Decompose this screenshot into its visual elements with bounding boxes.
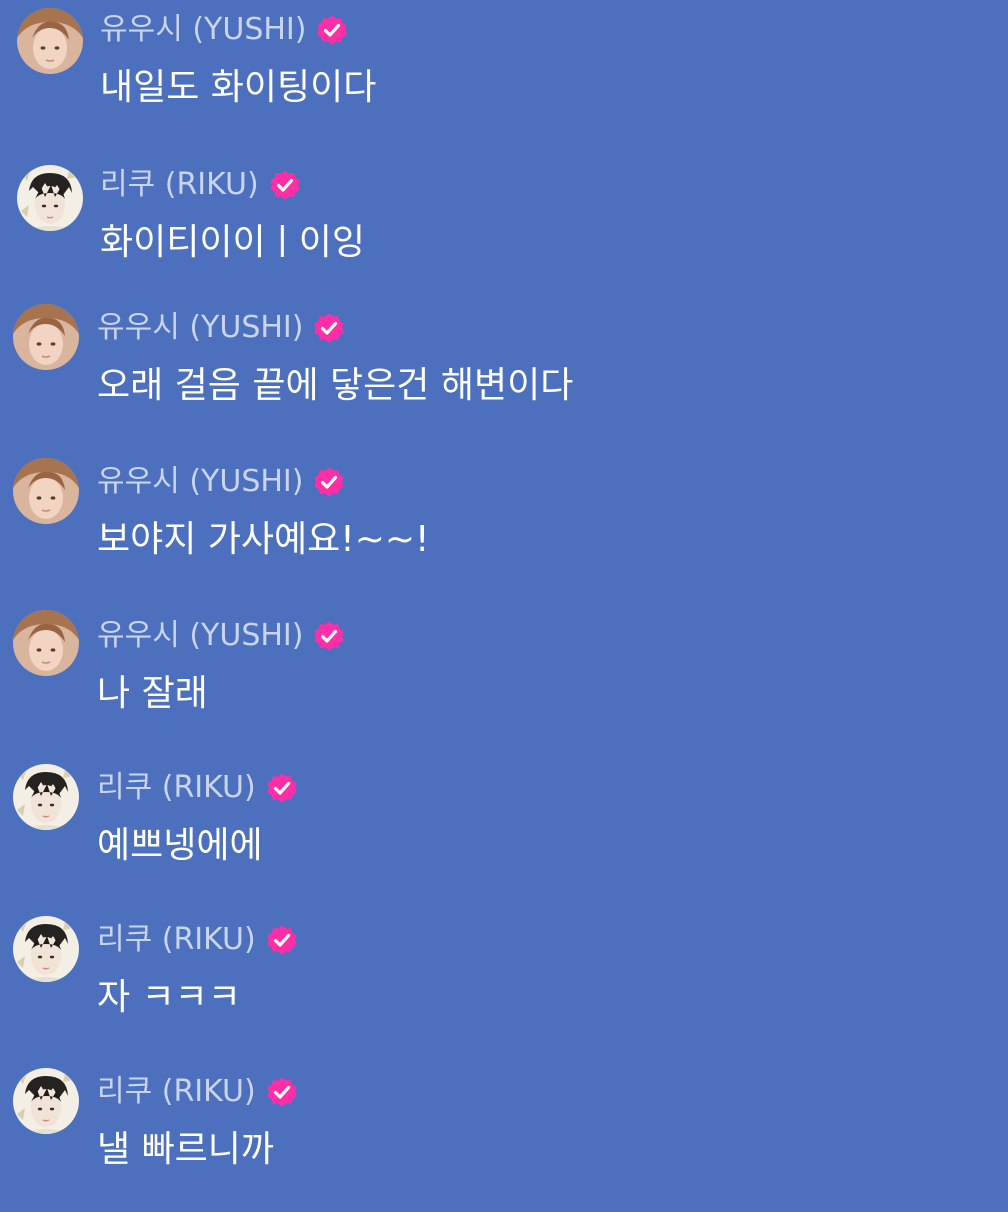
message-author[interactable]: 리쿠 (RIKU) bbox=[97, 920, 256, 960]
riku-avatar[interactable] bbox=[13, 916, 79, 982]
chat-message: 리쿠 (RIKU) 낼 빠르니까 bbox=[0, 1062, 1008, 1212]
verified-check-icon bbox=[313, 312, 345, 344]
message-author[interactable]: 리쿠 (RIKU) bbox=[97, 1072, 256, 1112]
chat-message: 리쿠 (RIKU) 화이티이이ㅣ이잉 bbox=[0, 155, 1008, 305]
yushi-avatar[interactable] bbox=[13, 610, 79, 676]
verified-check-icon bbox=[266, 924, 298, 956]
verified-check-icon bbox=[313, 620, 345, 652]
message-text: 화이티이이ㅣ이잉 bbox=[100, 222, 365, 263]
riku-avatar-image bbox=[13, 764, 79, 830]
message-text: 내일도 화이팅이다 bbox=[100, 67, 377, 108]
yushi-avatar-image bbox=[17, 8, 83, 74]
chat-message: 유우시 (YUSHI) 오래 걸음 끝에 닿은건 해변이다 bbox=[0, 298, 1008, 448]
riku-avatar[interactable] bbox=[13, 1068, 79, 1134]
message-text: 오래 걸음 끝에 닿은건 해변이다 bbox=[97, 365, 574, 406]
yushi-avatar-image bbox=[13, 304, 79, 370]
message-text: 낼 빠르니까 bbox=[97, 1129, 275, 1170]
message-author[interactable]: 리쿠 (RIKU) bbox=[100, 165, 259, 205]
chat-message-list[interactable]: 유우시 (YUSHI) 내일도 화이팅이다 리쿠 (RIKU) 화이티이이ㅣ이잉… bbox=[0, 0, 1008, 1200]
verified-check-icon bbox=[266, 1076, 298, 1108]
message-text: 예쁘넹에에 bbox=[97, 825, 263, 866]
yushi-avatar-image bbox=[13, 610, 79, 676]
chat-message: 리쿠 (RIKU) 자 ㅋㅋㅋ bbox=[0, 910, 1008, 1060]
verified-check-icon bbox=[313, 466, 345, 498]
riku-avatar[interactable] bbox=[13, 764, 79, 830]
yushi-avatar-image bbox=[13, 458, 79, 524]
verified-check-icon bbox=[316, 14, 348, 46]
riku-avatar-image bbox=[13, 916, 79, 982]
message-author[interactable]: 리쿠 (RIKU) bbox=[97, 768, 256, 808]
yushi-avatar[interactable] bbox=[17, 8, 83, 74]
yushi-avatar[interactable] bbox=[13, 304, 79, 370]
message-text: 보야지 가사예요!~~! bbox=[97, 519, 430, 560]
message-text: 자 ㅋㅋㅋ bbox=[97, 977, 241, 1018]
riku-avatar[interactable] bbox=[17, 165, 83, 231]
message-author[interactable]: 유우시 (YUSHI) bbox=[97, 308, 303, 348]
verified-check-icon bbox=[269, 169, 301, 201]
riku-avatar-image bbox=[17, 165, 83, 231]
verified-check-icon bbox=[266, 772, 298, 804]
chat-message: 유우시 (YUSHI) 내일도 화이팅이다 bbox=[0, 0, 1008, 150]
chat-message: 리쿠 (RIKU) 예쁘넹에에 bbox=[0, 758, 1008, 908]
chat-message: 유우시 (YUSHI) 나 잘래 bbox=[0, 606, 1008, 756]
riku-avatar-image bbox=[13, 1068, 79, 1134]
message-author[interactable]: 유우시 (YUSHI) bbox=[97, 616, 303, 656]
message-text: 나 잘래 bbox=[97, 673, 208, 714]
message-author[interactable]: 유우시 (YUSHI) bbox=[97, 462, 303, 502]
message-author[interactable]: 유우시 (YUSHI) bbox=[100, 10, 306, 50]
chat-message: 유우시 (YUSHI) 보야지 가사예요!~~! bbox=[0, 452, 1008, 602]
yushi-avatar[interactable] bbox=[13, 458, 79, 524]
